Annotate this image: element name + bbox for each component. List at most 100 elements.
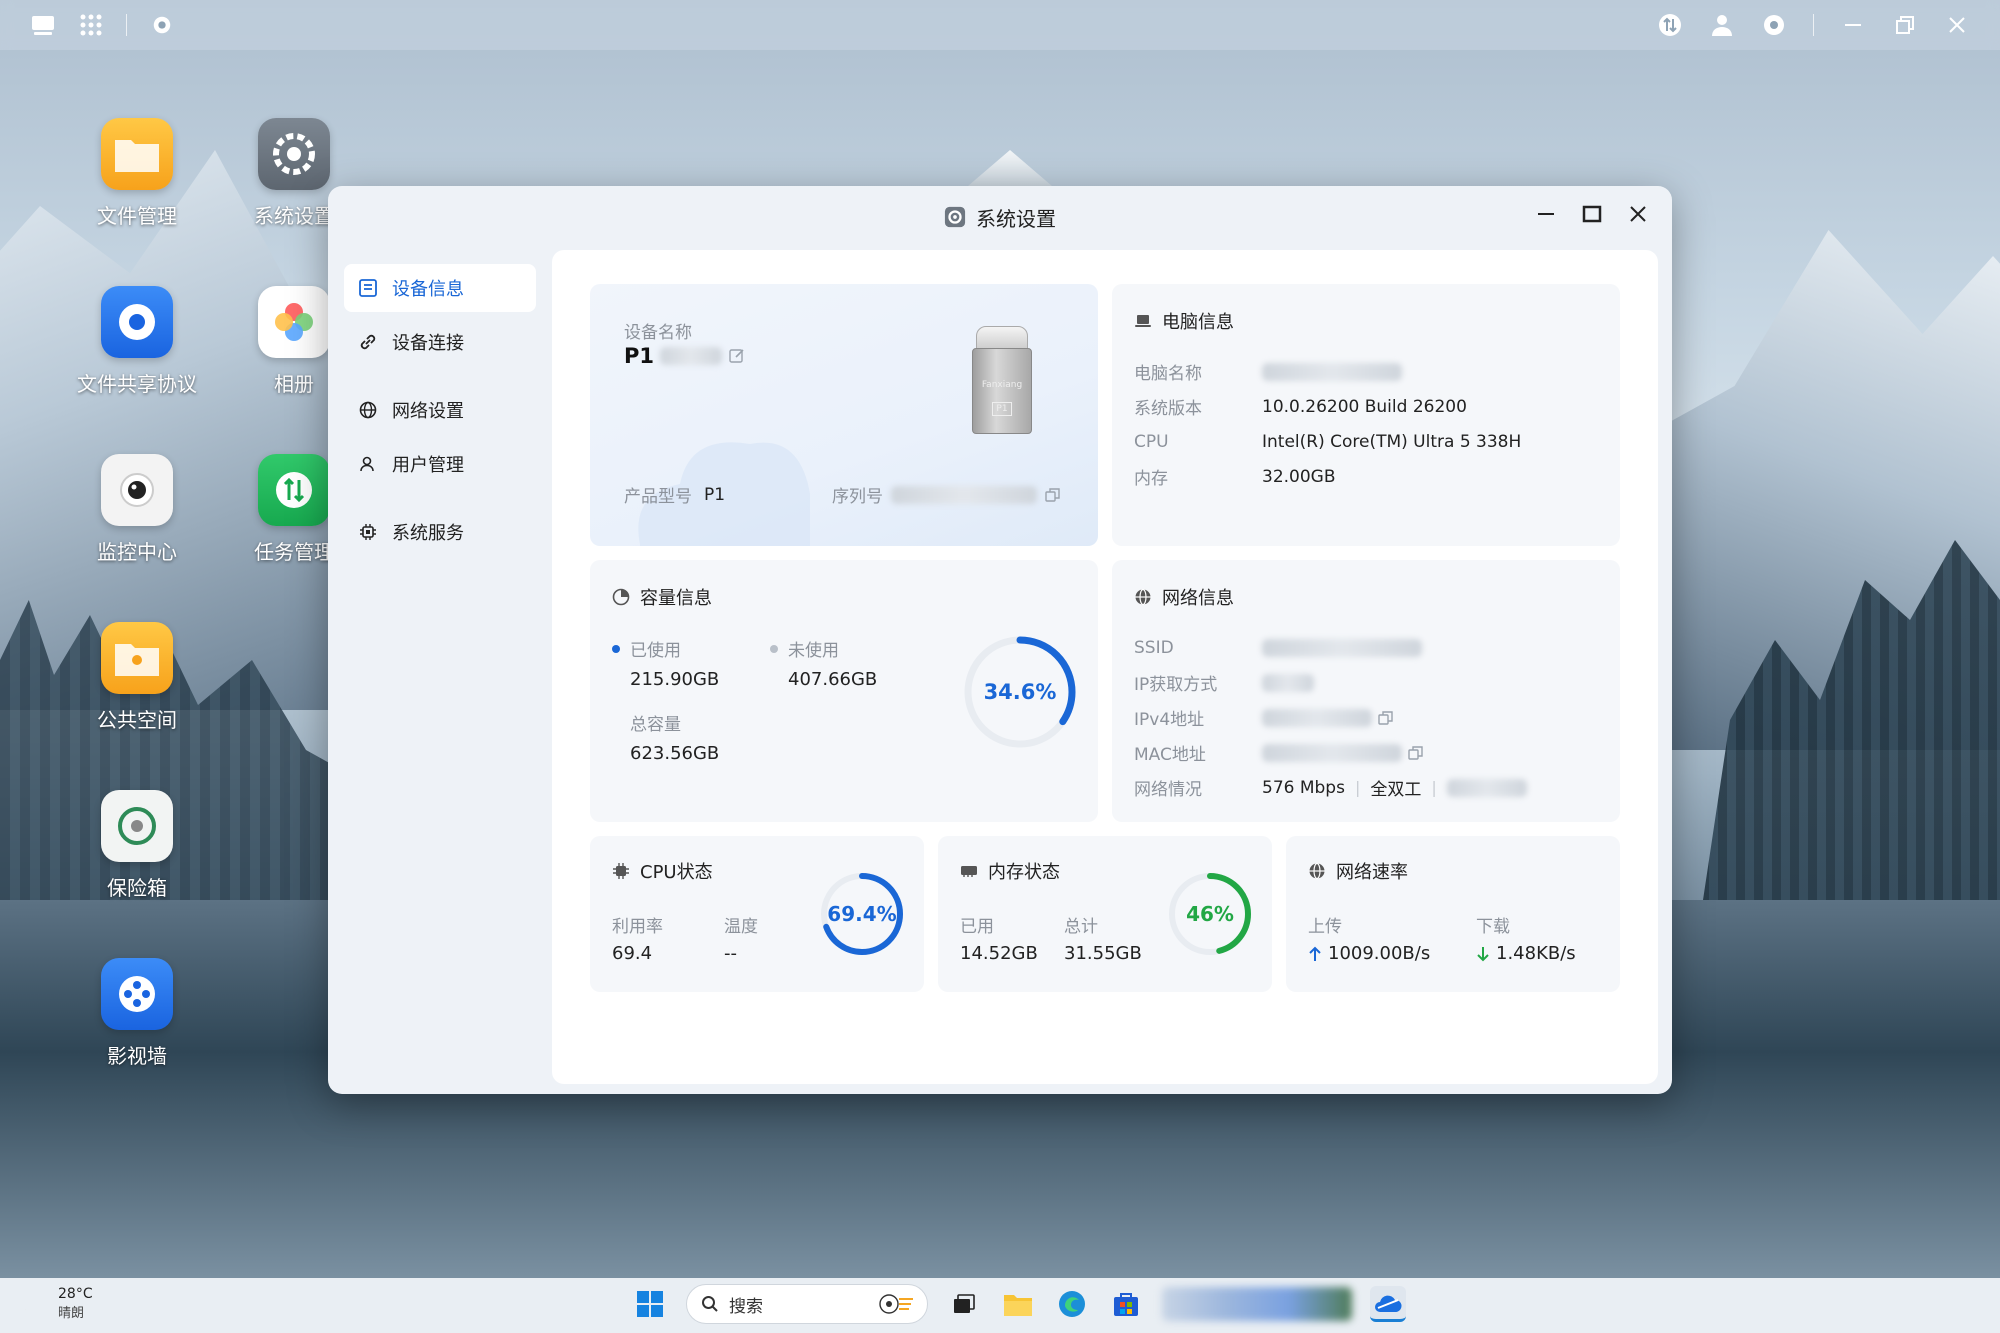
memory-ring: 46%	[1166, 870, 1254, 958]
sidebar-item-label: 设备连接	[392, 333, 464, 354]
chip-icon	[358, 522, 378, 542]
desktop-icon[interactable]	[30, 12, 56, 38]
globe-icon	[1309, 862, 1325, 880]
cpu-status-card: CPU状态 利用率 69.4 温度 -- 69.4%	[590, 836, 924, 992]
network-info-rows: SSID IP获取方式 IPv4地址 MAC地址 网络情况 576 Mbps |…	[1134, 630, 1527, 805]
sidebar-item-system-services[interactable]: 系统服务	[344, 508, 536, 556]
settings-icon	[944, 206, 966, 228]
copy-icon[interactable]	[1378, 710, 1394, 726]
store-button[interactable]	[1108, 1286, 1144, 1322]
model-label: 产品型号	[624, 487, 692, 507]
window-title-bar[interactable]: 系统设置	[328, 186, 1672, 248]
link-icon	[358, 332, 378, 352]
minimize-icon[interactable]	[1840, 12, 1866, 38]
window-maximize-button[interactable]	[1580, 202, 1604, 226]
app-label: 公共空间	[97, 708, 177, 732]
device-info-icon	[358, 278, 378, 298]
redacted-ip-mode	[1262, 673, 1314, 692]
redacted-taskbar-apps[interactable]	[1162, 1287, 1352, 1321]
desktop-app-public-space[interactable]: 公共空间	[62, 622, 212, 733]
cpu-ring: 69.4%	[818, 870, 906, 958]
memory-total-block: 总计 31.55GB	[1064, 912, 1142, 964]
os-version-label: 系统版本	[1134, 399, 1202, 419]
desktop-app-monitor-center[interactable]: 监控中心	[62, 454, 212, 565]
file-explorer-button[interactable]	[1000, 1286, 1036, 1322]
total-value: 623.56GB	[630, 743, 720, 764]
gear-icon[interactable]	[1761, 12, 1787, 38]
redacted-network-band	[1446, 778, 1527, 797]
active-app-button[interactable]	[1370, 1286, 1406, 1322]
task-view-button[interactable]	[946, 1286, 982, 1322]
redacted-ipv4	[1262, 708, 1372, 727]
pc-info-row: 电脑名称	[1134, 354, 1521, 389]
usb-drive-image: Fanxiang P1	[972, 326, 1032, 434]
sidebar-item-user-management[interactable]: 用户管理	[344, 440, 536, 488]
memory-used-value: 14.52GB	[960, 943, 1038, 964]
desktop-app-video-wall[interactable]: 影视墙	[62, 958, 212, 1069]
redacted-ssid	[1262, 638, 1422, 657]
search-icon	[702, 1296, 718, 1312]
arrow-down-icon	[1477, 946, 1489, 961]
settings-running-icon[interactable]	[149, 12, 175, 38]
pie-chart-icon	[612, 588, 630, 606]
memory-used-label: 已用	[960, 917, 994, 937]
weather-widget[interactable]: 28°C 晴朗	[20, 1286, 93, 1321]
memory-icon	[961, 866, 977, 877]
desktop-app-file-manager[interactable]: 文件管理	[62, 118, 212, 229]
copy-icon[interactable]	[1408, 745, 1424, 761]
sidebar-item-device-connection[interactable]: 设备连接	[344, 318, 536, 366]
edge-browser-button[interactable]	[1054, 1286, 1090, 1322]
sidebar-item-label: 用户管理	[392, 455, 464, 476]
upload-download-icon[interactable]	[1657, 12, 1683, 38]
camera-icon	[101, 454, 173, 526]
network-speed-card: 网络速率 上传 1009.00B/s 下载 1.48KB/s	[1286, 836, 1620, 992]
copy-icon[interactable]	[1045, 487, 1061, 503]
user-icon[interactable]	[1709, 12, 1735, 38]
taskbar-search[interactable]: 搜索	[686, 1284, 928, 1324]
app-label: 保险箱	[107, 876, 167, 900]
sidebar-item-device-info[interactable]: 设备信息	[344, 264, 536, 312]
app-label: 监控中心	[97, 540, 177, 564]
separator: |	[1354, 778, 1361, 797]
globe-icon	[1135, 588, 1151, 606]
free-label: 未使用	[788, 641, 839, 661]
used-label: 已使用	[630, 641, 681, 661]
pc-info-row: 内存 32.00GB	[1134, 459, 1521, 494]
laptop-icon	[1135, 315, 1151, 327]
upload-label: 上传	[1308, 917, 1342, 937]
device-card: 设备名称 P1 Fanxiang P1 产品型号 P1 序列号	[590, 284, 1098, 546]
start-button[interactable]	[632, 1286, 668, 1322]
redacted-mac	[1262, 743, 1402, 762]
close-icon[interactable]	[1944, 12, 1970, 38]
user-icon	[358, 454, 378, 474]
network-info-title: 网络信息	[1162, 588, 1234, 609]
cpu-temp-label: 温度	[724, 917, 758, 937]
memory-status-card: 内存状态 已用 14.52GB 总计 31.55GB 46%	[938, 836, 1272, 992]
app-grid-icon[interactable]	[78, 12, 104, 38]
window-close-button[interactable]	[1626, 202, 1650, 226]
store-icon	[1114, 1293, 1138, 1316]
cloud-decoration	[638, 442, 810, 546]
ip-mode-label: IP获取方式	[1134, 675, 1218, 695]
app-label: 文件共享协议	[77, 372, 197, 396]
transfer-icon	[258, 454, 330, 526]
desktop-app-file-sharing[interactable]: 文件共享协议	[62, 286, 212, 397]
sidebar-item-label: 系统服务	[392, 523, 464, 544]
cpu-percent: 69.4%	[827, 902, 897, 926]
memory-percent: 46%	[1186, 902, 1234, 926]
network-row: 网络情况 576 Mbps | 全双工 |	[1134, 770, 1527, 805]
search-placeholder: 搜索	[729, 1296, 763, 1317]
restore-icon[interactable]	[1892, 12, 1918, 38]
network-info-card: 网络信息 SSID IP获取方式 IPv4地址 MAC地址 网络情况 576 M…	[1112, 560, 1620, 822]
capacity-title: 容量信息	[640, 588, 712, 609]
task-view-icon	[954, 1294, 975, 1313]
ssid-label: SSID	[1134, 637, 1174, 658]
safe-icon	[101, 790, 173, 862]
taskbar: 28°C 晴朗 搜索	[0, 1278, 2000, 1333]
window-minimize-button[interactable]	[1534, 202, 1558, 226]
sidebar-item-network-settings[interactable]: 网络设置	[344, 386, 536, 434]
redacted-device-name	[660, 347, 723, 365]
edit-icon[interactable]	[728, 347, 746, 365]
capacity-ring: 34.6%	[960, 632, 1080, 752]
desktop-app-safe-box[interactable]: 保险箱	[62, 790, 212, 901]
